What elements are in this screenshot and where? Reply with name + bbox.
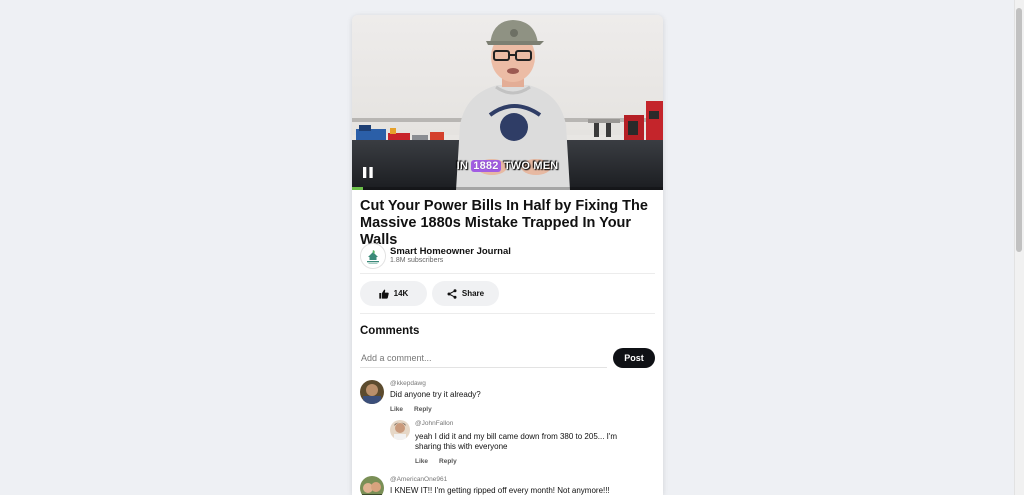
channel-subscribers: 1.8M subscribers [390,257,444,264]
channel-logo[interactable] [360,243,386,269]
avatar[interactable] [360,380,384,404]
video-player[interactable]: IN 1882 TWO MEN [352,15,663,190]
page-scrollbar[interactable] [1014,0,1024,495]
reply-text: yeah I did it and my bill came down from… [415,432,618,451]
like-button[interactable]: 14K [360,281,427,306]
post-comment-button[interactable]: Post [613,348,655,368]
avatar[interactable] [360,476,384,495]
like-count: 14K [393,289,409,298]
scrollbar-thumb[interactable] [1016,8,1022,252]
comment-text: Did anyone try it already? [390,390,481,399]
share-label: Share [461,289,485,298]
post-title: Cut Your Power Bills In Half by Fixing T… [360,198,648,248]
comment-item: @kkepdawg Did anyone try it already? Lik… [360,380,660,415]
divider [360,273,655,274]
share-icon [447,288,457,299]
comment-actions: Like Reply [390,406,443,413]
video-progress-bar[interactable] [352,187,663,190]
comment-input[interactable] [360,349,607,368]
comment-like-button[interactable]: Like [390,406,403,413]
comment-item: @AmericanOne961 I KNEW IT!! I'm getting … [360,476,660,495]
avatar[interactable] [390,420,410,440]
video-caption: IN 1882 TWO MEN [352,160,663,172]
caption-prefix: IN [456,160,469,172]
video-progress-fill [352,187,363,190]
comment-username[interactable]: @AmericanOne961 [390,476,447,483]
comments-heading: Comments [360,325,420,337]
post-card: IN 1882 TWO MEN Cut Your Power Bills In … [352,15,663,495]
reply-like-button[interactable]: Like [415,458,428,465]
comment-reply-button[interactable]: Reply [414,406,432,413]
share-button[interactable]: Share [432,281,499,306]
reply-username[interactable]: @JohnFallon [415,420,453,427]
caption-highlight: 1882 [471,160,501,172]
thumbs-up-icon [378,289,389,299]
reply-item: @JohnFallon yeah I did it and my bill ca… [390,420,660,475]
channel-row[interactable]: Smart Homeowner Journal 1.8M subscribers [360,243,655,269]
comment-text: I KNEW IT!! I'm getting ripped off every… [390,486,610,495]
caption-suffix: TWO MEN [503,160,559,172]
channel-name[interactable]: Smart Homeowner Journal [390,246,511,257]
reply-actions: Like Reply [415,458,468,465]
comment-username[interactable]: @kkepdawg [390,380,426,387]
divider [360,313,655,314]
reply-reply-button[interactable]: Reply [439,458,457,465]
